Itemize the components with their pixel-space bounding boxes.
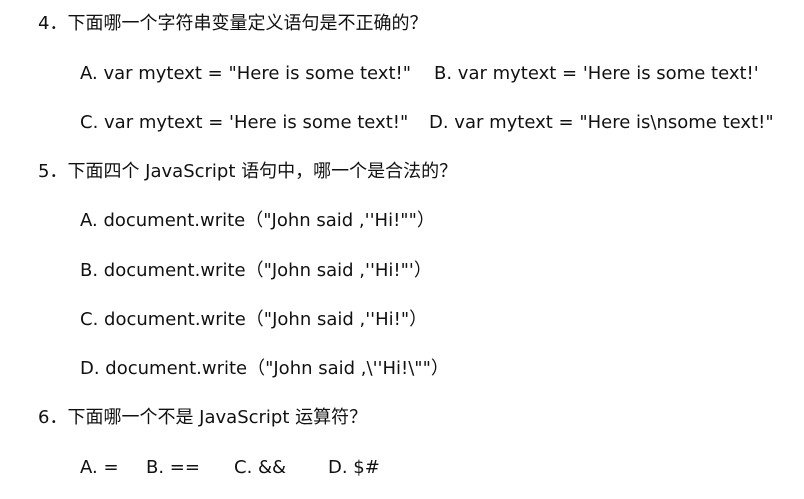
question-6-option-d: D. $# xyxy=(328,457,380,478)
question-4-option-c: C. var mytext = 'Here is some text!" xyxy=(80,112,409,133)
question-6-option-c: C. && xyxy=(234,457,287,478)
question-4-stem: 4．下面哪一个字符串变量定义语句是不正确的？ xyxy=(38,13,428,34)
question-5-stem: 5．下面四个 JavaScript 语句中，哪一个是合法的？ xyxy=(38,161,458,182)
question-6-stem: 6．下面哪一个不是 JavaScript 运算符？ xyxy=(38,407,368,428)
question-6-option-b: B. == xyxy=(146,457,200,478)
question-5-option-c: C. document.write（"John said ,''Hi!"） xyxy=(80,309,428,330)
question-6-option-a: A. = xyxy=(80,457,119,478)
question-4-option-a: A. var mytext = "Here is some text!" xyxy=(80,63,412,84)
question-4-option-b: B. var mytext = 'Here is some text!' xyxy=(434,63,759,84)
document-page: 4．下面哪一个字符串变量定义语句是不正确的？ A. var mytext = "… xyxy=(0,0,804,499)
question-5-option-a: A. document.write（"John said ,''Hi!""） xyxy=(80,210,435,231)
question-4-option-d: D. var mytext = "Here is\nsome text!" xyxy=(429,112,774,133)
question-5-option-d: D. document.write（"John said ,\''Hi!\""） xyxy=(80,358,449,379)
question-5-option-b: B. document.write（"John said ,''Hi!"'） xyxy=(80,260,432,281)
